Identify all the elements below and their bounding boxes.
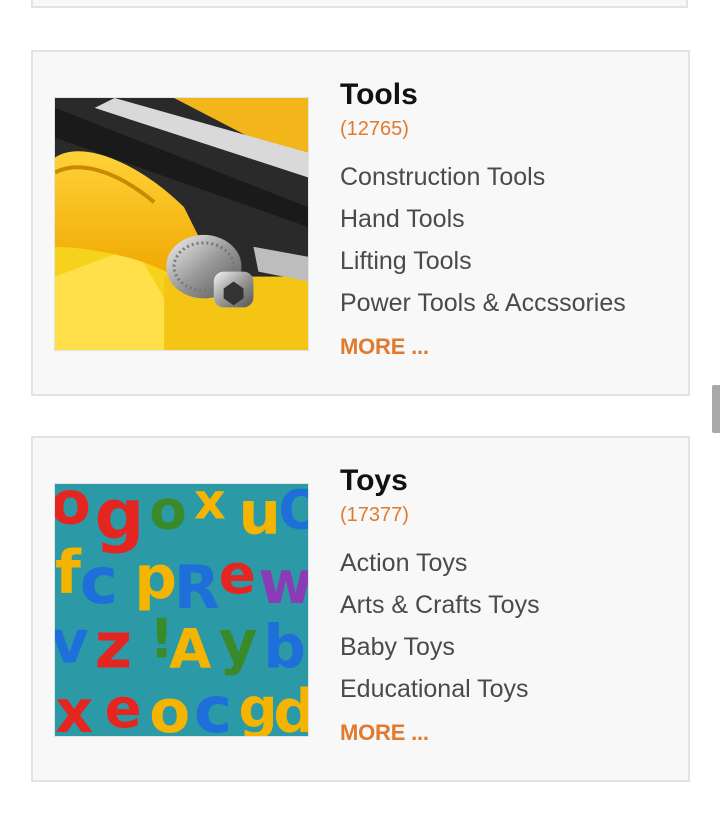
svg-text:O: O (278, 484, 308, 542)
subcategory-link[interactable]: Baby Toys (340, 626, 670, 668)
subcategory-list: Construction Tools Hand Tools Lifting To… (340, 156, 670, 324)
svg-text:d: d (273, 678, 308, 736)
svg-text:g: g (239, 676, 278, 736)
svg-text:o: o (55, 484, 91, 539)
svg-text:p: p (134, 544, 177, 613)
screwdriver-bits-icon (55, 98, 308, 350)
category-image-tools[interactable] (54, 97, 309, 351)
category-card-tools: Tools (12765) Construction Tools Hand To… (31, 50, 690, 396)
svg-text:o: o (149, 484, 186, 542)
svg-text:z: z (95, 609, 133, 684)
svg-text:f: f (55, 539, 82, 608)
subcategory-link[interactable]: Lifting Tools (340, 240, 670, 282)
subcategory-list: Action Toys Arts & Crafts Toys Baby Toys… (340, 542, 670, 710)
svg-text:o: o (149, 678, 190, 736)
subcategory-link[interactable]: Action Toys (340, 542, 670, 584)
svg-text:v: v (55, 609, 89, 678)
svg-text:u: u (239, 484, 281, 549)
category-count: (12765) (340, 118, 409, 140)
subcategory-link[interactable]: Power Tools & Accssories (340, 282, 670, 324)
svg-text:b: b (263, 614, 306, 683)
svg-text:y: y (219, 609, 258, 678)
alphabet-letters-icon: o g o x u O f c p R e w v z ! A y b x e (55, 484, 308, 736)
category-count: (17377) (340, 504, 409, 526)
category-title[interactable]: Tools (340, 76, 670, 114)
svg-text:R: R (174, 554, 220, 623)
svg-text:w: w (258, 549, 308, 618)
subcategory-link[interactable]: Educational Toys (340, 668, 670, 710)
scrollbar-thumb[interactable] (712, 385, 720, 433)
subcategory-link[interactable]: Construction Tools (340, 156, 670, 198)
category-card-toys: o g o x u O f c p R e w v z ! A y b x e (31, 436, 690, 782)
svg-text:e: e (105, 676, 142, 736)
svg-text:A: A (169, 617, 211, 681)
previous-category-card (31, 0, 688, 8)
category-title[interactable]: Toys (340, 462, 670, 500)
more-link[interactable]: MORE ... (340, 720, 429, 746)
more-link[interactable]: MORE ... (340, 334, 429, 360)
svg-text:x: x (55, 678, 93, 736)
svg-text:x: x (194, 484, 226, 531)
svg-text:c: c (194, 673, 232, 736)
category-image-toys[interactable]: o g o x u O f c p R e w v z ! A y b x e (54, 483, 309, 737)
svg-text:e: e (219, 542, 256, 606)
subcategory-link[interactable]: Arts & Crafts Toys (340, 584, 670, 626)
subcategory-link[interactable]: Hand Tools (340, 198, 670, 240)
